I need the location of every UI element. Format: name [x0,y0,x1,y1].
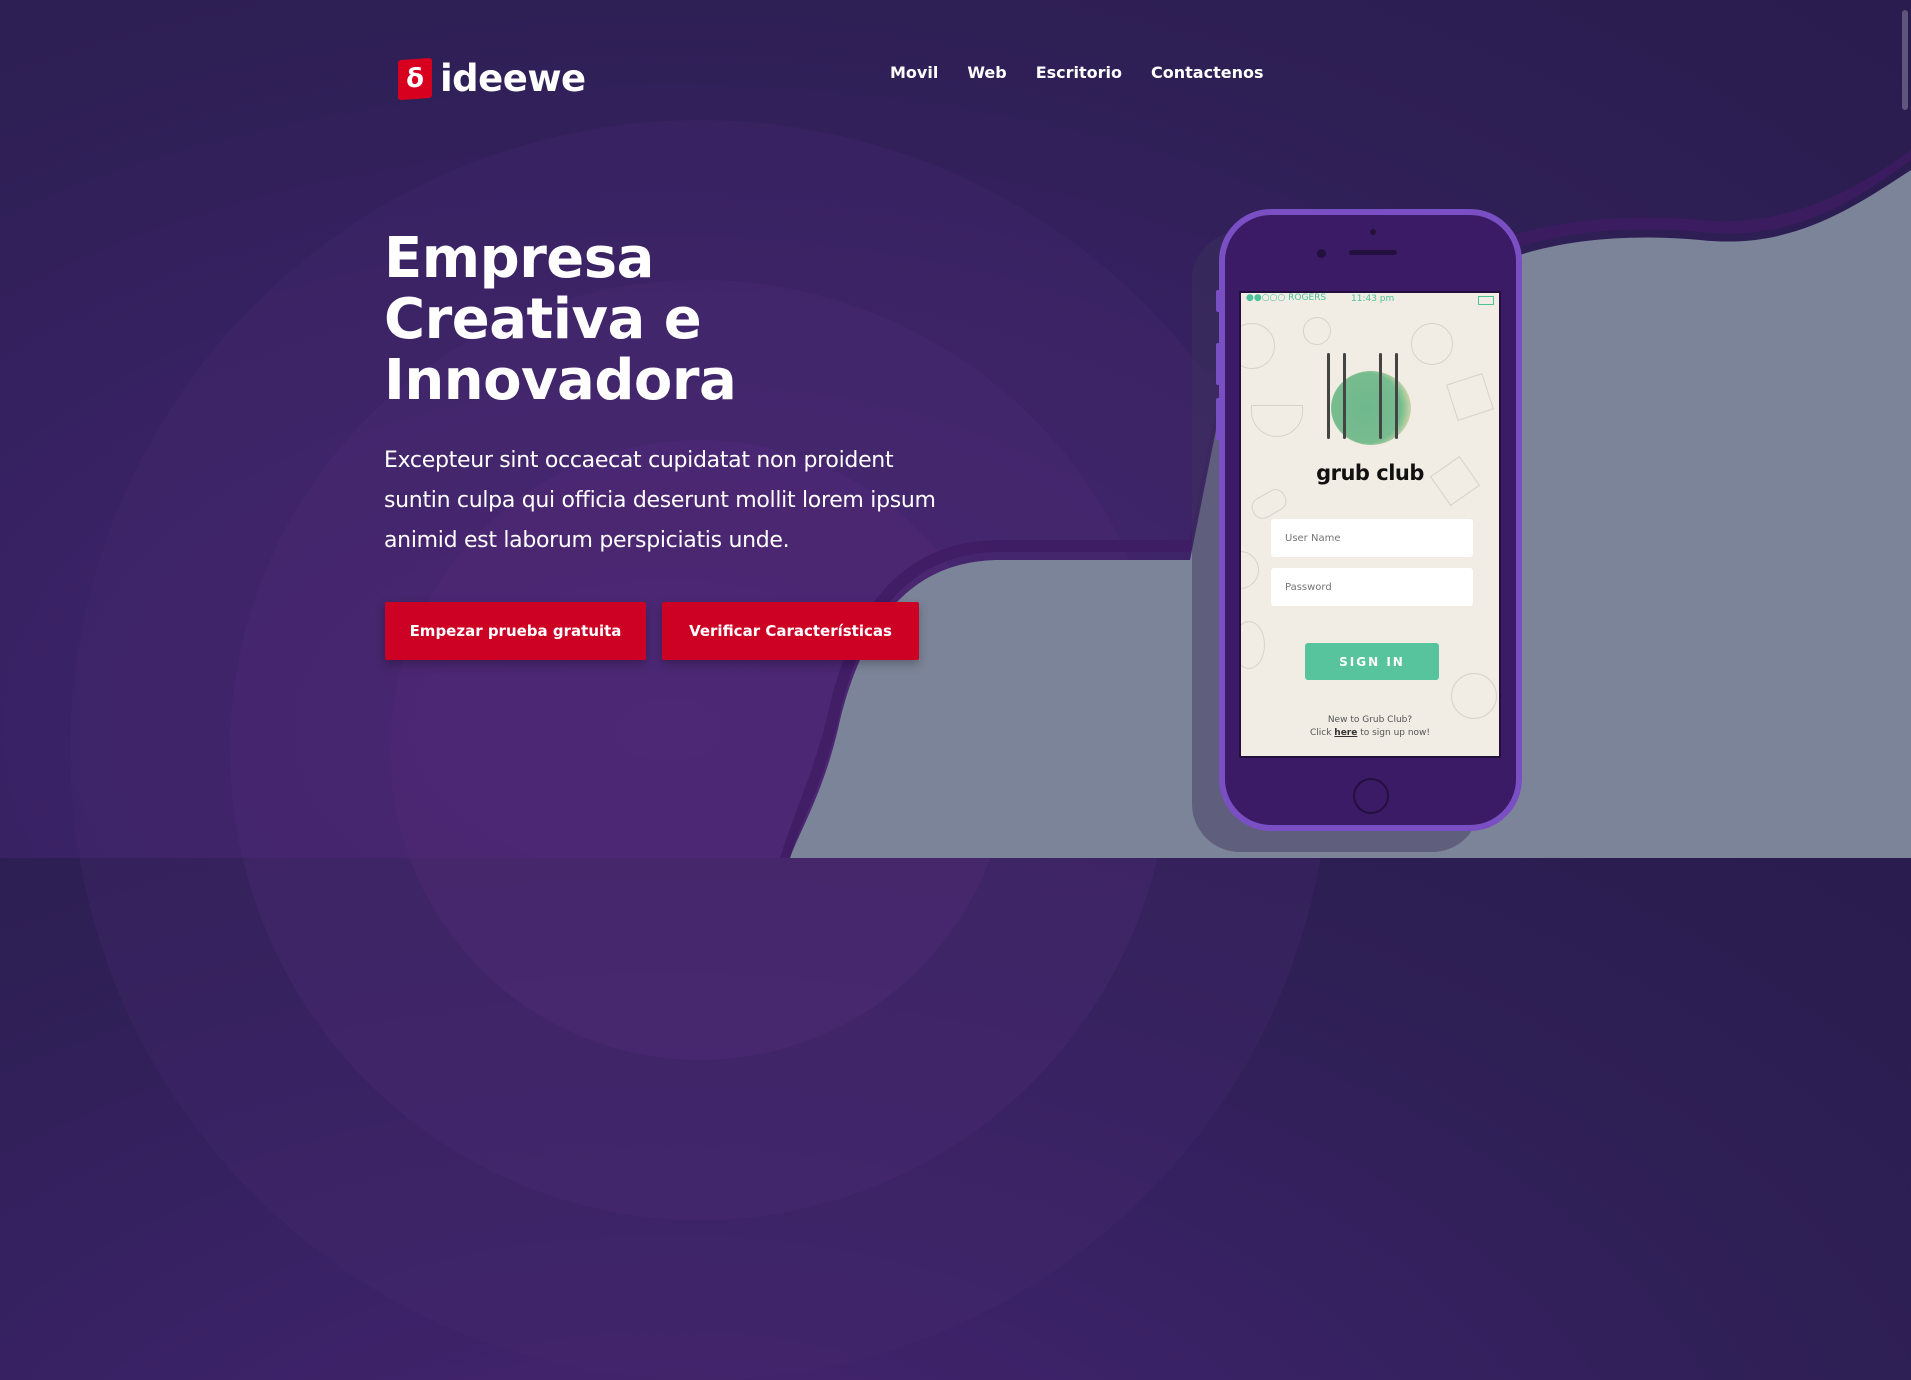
fork-icon [1327,353,1330,439]
nav-item-contactenos[interactable]: Contactenos [1151,63,1263,82]
sandwich-doodle-icon [1247,485,1291,523]
signup-line-2: Click here to sign up now! [1241,727,1499,740]
password-field[interactable] [1271,568,1473,606]
status-bar: ●●○○○ ROGERS 11:43 pm [1241,293,1499,307]
lemon-doodle-icon [1241,323,1275,369]
signup-suffix: to sign up now! [1357,728,1431,738]
phone-mockup: ●●○○○ ROGERS 11:43 pm grub club SIGN IN … [1219,209,1522,831]
brand-logo[interactable]: δ ideewe [398,57,586,100]
brand-name: ideewe [440,57,586,100]
status-time: 11:43 pm [1351,294,1395,304]
background-ring-medium [230,280,1170,1220]
background-wave [780,150,1911,858]
phone-front-camera [1317,249,1326,258]
nav-item-escritorio[interactable]: Escritorio [1036,63,1122,82]
signup-link[interactable]: here [1334,728,1357,738]
signup-line-1: New to Grub Club? [1327,715,1413,725]
hero-lead: Excepteur sint occaecat cupidatat non pr… [384,448,936,553]
main-nav: Movil Web Escritorio Contactenos [890,63,1293,82]
phone-home-button [1353,778,1389,814]
check-features-button[interactable]: Verificar Características [662,602,919,660]
nav-item-movil[interactable]: Movil [890,63,938,82]
username-field[interactable] [1271,519,1473,557]
app-screen: ●●○○○ ROGERS 11:43 pm grub club SIGN IN … [1239,291,1501,758]
cheese-doodle-icon [1446,373,1494,421]
logo-mark-icon: δ [398,57,432,100]
bowl-doodle-icon [1251,405,1303,437]
battery-icon [1478,296,1494,305]
knife-icon [1343,353,1346,439]
pizza-doodle-icon [1411,323,1453,365]
signup-prefix: Click [1309,728,1335,738]
donut-doodle-icon [1303,317,1331,345]
hero-headline: Empresa Creativa e Innovadora [384,226,737,413]
status-carrier: ●●○○○ ROGERS [1246,293,1327,303]
sign-in-button[interactable]: SIGN IN [1305,643,1439,680]
plate-doodle-icon [1241,551,1259,589]
phone-speaker [1349,250,1397,255]
signup-prompt: New to Grub Club? Click here to sign up … [1241,714,1499,740]
knife-icon [1395,353,1398,439]
start-trial-button[interactable]: Empezar prueba gratuita [385,602,646,660]
page-scrollbar[interactable] [1897,0,1911,858]
phone-sensor [1370,229,1376,235]
soup-doodle-icon [1451,673,1497,719]
fruit-doodle-icon [1241,621,1265,669]
fork-icon [1379,353,1382,439]
scrollbar-thumb[interactable] [1902,10,1908,110]
app-name: grub club [1316,461,1424,485]
nav-item-web[interactable]: Web [967,63,1006,82]
